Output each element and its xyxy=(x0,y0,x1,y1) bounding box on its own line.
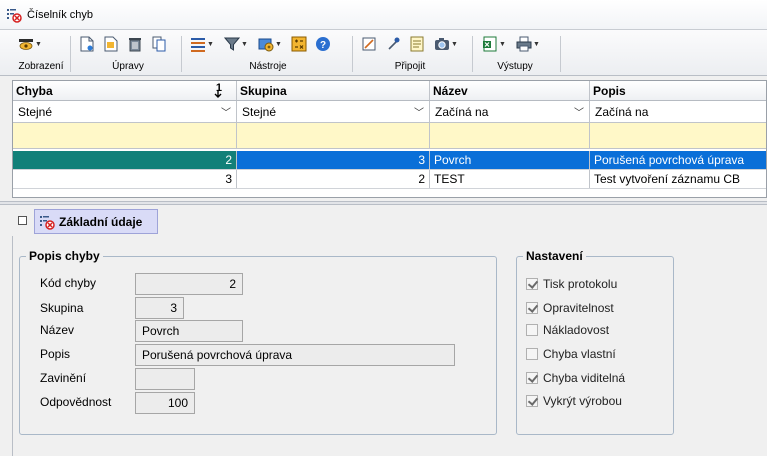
label-popis: Popis xyxy=(40,347,71,361)
checkbox-box[interactable] xyxy=(526,348,538,360)
new-record-icon[interactable] xyxy=(78,35,96,53)
checkbox-box[interactable] xyxy=(526,395,538,407)
label-nazev: Název xyxy=(40,323,75,337)
cell-chyba[interactable]: 2 xyxy=(13,151,237,169)
column-header-nazev[interactable]: Název xyxy=(430,81,590,100)
table-row[interactable]: 3 2 TEST Test vytvoření záznamu CB xyxy=(13,170,766,189)
view-icon[interactable]: ▼ xyxy=(16,35,44,53)
data-grid: Chyba 1 Skupina Název Popis Stejné ﹀ Stej… xyxy=(12,80,767,198)
zavineni-field[interactable] xyxy=(135,368,195,390)
window-title: Číselník chyb xyxy=(27,8,94,21)
delete-icon[interactable] xyxy=(126,35,144,53)
cell-nazev[interactable]: TEST xyxy=(430,170,590,188)
form-icon xyxy=(39,214,55,230)
detail-tabbar: Základní údaje xyxy=(12,207,767,235)
checkbox-opravitelnost[interactable]: Opravitelnost xyxy=(526,301,614,315)
camera-icon[interactable]: ▼ xyxy=(432,35,460,53)
cell-skupina[interactable]: 2 xyxy=(237,170,430,188)
app-icon xyxy=(6,7,22,23)
group-title: Nastavení xyxy=(523,249,586,263)
grid-filter-row: Stejné ﹀ Stejné ﹀ Začíná na ﹀ Začíná na xyxy=(13,101,766,123)
group-label: Nástroje xyxy=(249,61,287,72)
checkbox-chyba-viditelna[interactable]: Chyba viditelná xyxy=(526,371,625,385)
tab-zakladni-udaje[interactable]: Základní údaje xyxy=(34,209,158,234)
group-zobrazeni: ▼ Zobrazení xyxy=(16,34,66,74)
nazev-field[interactable]: Povrch xyxy=(135,320,243,342)
cell-chyba[interactable]: 3 xyxy=(13,170,237,188)
edit-record-icon[interactable] xyxy=(102,35,120,53)
group-label: Připojit xyxy=(394,61,426,72)
calculator-icon[interactable] xyxy=(290,35,308,53)
columns-icon[interactable]: ▼ xyxy=(188,35,216,53)
filter-input-popis[interactable] xyxy=(590,123,766,148)
column-header-popis[interactable]: Popis xyxy=(590,81,766,100)
chevron-down-icon: ﹀ xyxy=(414,108,424,119)
grid-filter-input-row xyxy=(13,123,766,149)
kod-chyby-field[interactable]: 2 xyxy=(135,273,243,295)
odpovednost-field[interactable]: 100 xyxy=(135,392,195,414)
detail-panel: Popis chyby Kód chyby 2 Skupina 3 Název … xyxy=(12,236,767,456)
checkbox-box[interactable] xyxy=(526,324,538,336)
group-pripojit: ▼ Připojit xyxy=(360,34,470,74)
filter-input-nazev[interactable] xyxy=(430,123,590,148)
chevron-down-icon: ﹀ xyxy=(221,108,231,119)
toolbar: ▼ Zobrazení Úpravy ▼ ▼ ▼ ? Nástroje ▼ Př… xyxy=(0,30,767,76)
window-titlebar: Číselník chyb xyxy=(0,0,767,30)
cell-popis[interactable]: Porušená povrchová úprava xyxy=(590,151,766,169)
copy-record-icon[interactable] xyxy=(150,35,168,53)
group-nastaveni: Nastavení Tisk protokolu Opravitelnost N… xyxy=(516,249,674,435)
cell-skupina[interactable]: 3 xyxy=(237,151,430,169)
svg-text:?: ? xyxy=(320,40,326,51)
popis-field[interactable]: Porušená povrchová úprava xyxy=(135,344,455,366)
group-upravy: Úpravy xyxy=(78,34,178,74)
group-label: Zobrazení xyxy=(18,61,64,72)
label-kod-chyby: Kód chyby xyxy=(40,276,97,290)
group-vystupy: ▼ ▼ Výstupy xyxy=(480,34,550,74)
settings-icon[interactable]: ▼ xyxy=(256,35,284,53)
filter-input-skupina[interactable] xyxy=(237,123,430,148)
group-nastroje: ▼ ▼ ▼ ? Nástroje xyxy=(188,34,348,74)
filter-nazev[interactable]: Začíná na ﹀ xyxy=(430,101,590,122)
grid-header-row: Chyba 1 Skupina Název Popis xyxy=(13,81,766,101)
chevron-down-icon: ﹀ xyxy=(574,108,584,119)
checkbox-vykryt-vyrobou[interactable]: Vykrýt výrobou xyxy=(526,394,622,408)
checkbox-tisk-protokolu[interactable]: Tisk protokolu xyxy=(526,277,617,291)
column-header-chyba[interactable]: Chyba 1 xyxy=(13,81,237,100)
table-row[interactable]: 2 3 Povrch Porušená povrchová úprava xyxy=(13,151,766,170)
checkbox-box[interactable] xyxy=(526,278,538,290)
column-header-skupina[interactable]: Skupina xyxy=(237,81,430,100)
label-odpovednost: Odpovědnost xyxy=(40,395,112,409)
checkbox-nakladovost[interactable]: Nákladovost xyxy=(526,323,609,337)
label-skupina: Skupina xyxy=(40,301,84,315)
cell-popis[interactable]: Test vytvoření záznamu CB xyxy=(590,170,766,188)
notes-icon[interactable] xyxy=(408,35,426,53)
label-zavineni: Zavinění xyxy=(40,371,87,385)
link-icon[interactable] xyxy=(360,35,378,53)
group-popis-chyby: Popis chyby Kód chyby 2 Skupina 3 Název … xyxy=(19,249,497,435)
collapse-toggle[interactable] xyxy=(18,216,27,225)
cell-nazev[interactable]: Povrch xyxy=(430,151,590,169)
filter-icon[interactable]: ▼ xyxy=(222,35,250,53)
excel-export-icon[interactable]: ▼ xyxy=(480,35,508,53)
filter-chyba[interactable]: Stejné ﹀ xyxy=(13,101,237,122)
group-label: Výstupy xyxy=(497,61,533,72)
checkbox-chyba-vlastni[interactable]: Chyba vlastní xyxy=(526,347,616,361)
panel-splitter[interactable] xyxy=(0,201,767,205)
group-title: Popis chyby xyxy=(26,249,103,263)
checkbox-box[interactable] xyxy=(526,302,538,314)
attach-icon[interactable] xyxy=(384,35,402,53)
filter-popis[interactable]: Začíná na xyxy=(590,101,766,122)
group-label: Úpravy xyxy=(112,61,144,72)
sort-arrow-icon xyxy=(214,90,222,98)
skupina-field[interactable]: 3 xyxy=(135,297,184,319)
filter-input-chyba[interactable] xyxy=(13,123,237,148)
help-icon[interactable]: ? xyxy=(314,35,332,53)
print-icon[interactable]: ▼ xyxy=(514,35,542,53)
tab-label: Základní údaje xyxy=(59,214,143,229)
filter-skupina[interactable]: Stejné ﹀ xyxy=(237,101,430,122)
checkbox-box[interactable] xyxy=(526,372,538,384)
